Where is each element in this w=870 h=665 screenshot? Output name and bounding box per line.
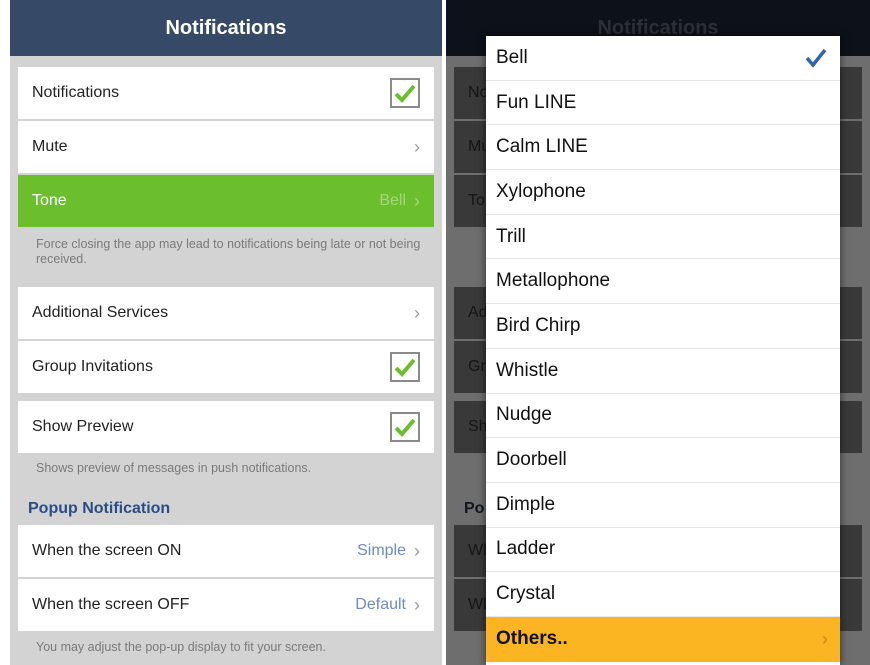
- tone-option[interactable]: Calm LINE: [486, 125, 840, 171]
- tone-option-label: Doorbell: [496, 449, 567, 471]
- screen-off-value: Default: [355, 596, 406, 613]
- tone-option[interactable]: Xylophone: [486, 170, 840, 215]
- chevron-right-icon: ›: [414, 190, 420, 211]
- group-invitations-checkbox[interactable]: [390, 352, 420, 382]
- others-option[interactable]: Others.. ›: [486, 616, 840, 662]
- checkmark-icon: [394, 84, 416, 103]
- tone-option[interactable]: Bell: [486, 36, 840, 81]
- notifications-checkbox[interactable]: [390, 78, 420, 108]
- tone-label: Tone: [32, 192, 67, 209]
- screen-on-label: When the screen ON: [32, 542, 182, 559]
- tone-dropdown: Bell Fun LINE Calm LINE Xylophone Trill …: [486, 36, 840, 665]
- screen-on-value: Simple: [357, 542, 406, 559]
- tone-option[interactable]: Nudge: [486, 394, 840, 439]
- tone-option[interactable]: Ladder: [486, 528, 840, 573]
- tone-option-label: Crystal: [496, 583, 556, 605]
- force-close-note: Force closing the app may lead to notifi…: [36, 237, 421, 266]
- chevron-right-icon: ›: [414, 136, 420, 157]
- chevron-right-icon: ›: [822, 628, 828, 649]
- notifications-row[interactable]: Notifications: [18, 67, 434, 119]
- tone-option-label: Ladder: [496, 538, 556, 560]
- tone-value: Bell: [379, 192, 406, 209]
- tone-option-label: Bird Chirp: [496, 314, 581, 336]
- tone-option[interactable]: Doorbell: [486, 438, 840, 483]
- additional-services-row[interactable]: Additional Services ›: [18, 287, 434, 339]
- tone-option[interactable]: Trill: [486, 215, 840, 260]
- tone-option-label: Nudge: [496, 404, 552, 426]
- chevron-right-icon: ›: [414, 540, 420, 561]
- tone-option-label: Calm LINE: [496, 136, 588, 158]
- others-option-label: Others..: [496, 628, 568, 650]
- tone-option-label: Whistle: [496, 359, 559, 381]
- screen-on-row[interactable]: When the screen ON Simple ›: [18, 525, 434, 577]
- group-invitations-label: Group Invitations: [32, 358, 153, 375]
- checkmark-icon: [394, 358, 416, 377]
- tone-option-label: Xylophone: [496, 180, 586, 202]
- tone-option[interactable]: Whistle: [486, 349, 840, 394]
- page-title: Notifications: [10, 0, 442, 56]
- popup-section-title: Popup Notification: [28, 500, 171, 517]
- popup-note: You may adjust the pop-up display to fit…: [36, 640, 326, 654]
- selected-check-icon: [804, 46, 828, 76]
- tone-option[interactable]: Fun LINE: [486, 81, 840, 126]
- screen-off-label: When the screen OFF: [32, 596, 190, 613]
- show-preview-label: Show Preview: [32, 418, 134, 435]
- tone-option[interactable]: Bird Chirp: [486, 304, 840, 349]
- additional-services-label: Additional Services: [32, 304, 169, 321]
- show-preview-checkbox[interactable]: [390, 412, 420, 442]
- show-preview-row[interactable]: Show Preview: [18, 401, 434, 453]
- chevron-right-icon: ›: [414, 594, 420, 615]
- tone-option[interactable]: Crystal: [486, 572, 840, 617]
- chevron-right-icon: ›: [414, 302, 420, 323]
- mute-label: Mute: [32, 138, 68, 155]
- tone-option-label: Bell: [496, 46, 528, 68]
- tone-option-label: Dimple: [496, 493, 556, 515]
- notifications-label: Notifications: [32, 84, 120, 101]
- settings-panel: Notifications Notifications Mute › Tone …: [10, 0, 442, 665]
- group-invitations-row[interactable]: Group Invitations: [18, 341, 434, 393]
- screen-off-row[interactable]: When the screen OFF Default ›: [18, 579, 434, 631]
- checkmark-icon: [394, 418, 416, 437]
- mute-row[interactable]: Mute ›: [18, 121, 434, 173]
- show-preview-note: Shows preview of messages in push notifi…: [36, 461, 312, 475]
- tone-row[interactable]: Tone Bell ›: [18, 175, 434, 227]
- tone-option-label: Metallophone: [496, 270, 611, 292]
- tone-option-label: Fun LINE: [496, 91, 577, 113]
- tone-option[interactable]: Metallophone: [486, 259, 840, 305]
- tone-option-label: Trill: [496, 225, 526, 247]
- tone-option[interactable]: Dimple: [486, 483, 840, 528]
